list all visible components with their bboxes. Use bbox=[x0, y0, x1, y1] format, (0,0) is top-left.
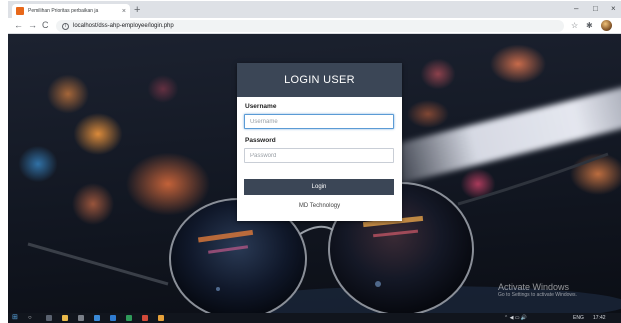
username-input[interactable] bbox=[244, 114, 394, 129]
back-button[interactable]: ← bbox=[14, 19, 23, 32]
bookmark-star-icon[interactable]: ☆ bbox=[571, 20, 578, 32]
new-tab-button[interactable]: + bbox=[134, 3, 140, 17]
taskbar-app-icon[interactable] bbox=[78, 315, 84, 321]
site-info-icon[interactable]: i bbox=[62, 22, 69, 30]
task-view-icon[interactable] bbox=[46, 315, 52, 321]
login-title: LOGIN USER bbox=[237, 63, 402, 97]
edge-icon[interactable] bbox=[94, 315, 100, 321]
password-input[interactable] bbox=[244, 148, 394, 163]
watermark-title: Activate Windows bbox=[498, 282, 570, 292]
powerpoint-icon[interactable] bbox=[142, 315, 148, 321]
excel-icon[interactable] bbox=[126, 315, 132, 321]
username-label: Username bbox=[245, 103, 277, 110]
search-icon[interactable]: ○ bbox=[28, 314, 32, 322]
clock[interactable]: 17:42 bbox=[593, 314, 606, 322]
minimize-button[interactable]: – bbox=[574, 3, 578, 15]
password-label: Password bbox=[245, 137, 276, 144]
address-bar[interactable]: i localhost/dss-ahp-employee/login.php bbox=[56, 20, 564, 32]
watermark-subtitle: Go to Settings to activate Windows. bbox=[498, 292, 577, 298]
restore-button[interactable]: □ bbox=[593, 3, 598, 15]
tab-close-icon[interactable]: × bbox=[122, 8, 126, 15]
favicon-icon bbox=[16, 7, 24, 15]
chrome-icon[interactable] bbox=[158, 315, 164, 321]
activate-windows-watermark: Activate Windows Go to Settings to activ… bbox=[498, 282, 577, 298]
browser-toolbar: ← → C i localhost/dss-ahp-employee/login… bbox=[8, 18, 621, 34]
language-indicator[interactable]: ENG bbox=[573, 314, 584, 322]
url-text[interactable]: localhost/dss-ahp-employee/login.php bbox=[73, 23, 174, 29]
footer-credit: MD Technology bbox=[298, 203, 341, 209]
file-explorer-icon[interactable] bbox=[62, 315, 68, 321]
reload-button[interactable]: C bbox=[42, 19, 49, 32]
tab-strip: Pemilihan Prioritas perbaikan ja × + – □… bbox=[8, 1, 621, 18]
system-tray-icons[interactable]: ⌃ ◀ ▭ 🔊 bbox=[504, 314, 527, 322]
login-card: LOGIN USER Username Password Login MD Te… bbox=[237, 63, 402, 221]
profile-avatar[interactable] bbox=[601, 20, 612, 31]
forward-button[interactable]: → bbox=[28, 19, 37, 32]
login-button[interactable]: Login bbox=[244, 179, 394, 195]
start-icon[interactable]: ⊞ bbox=[12, 314, 18, 322]
browser-tab[interactable]: Pemilihan Prioritas perbaikan ja × bbox=[12, 4, 130, 18]
close-window-button[interactable]: × bbox=[611, 3, 616, 15]
extensions-icon[interactable]: ✱ bbox=[586, 20, 593, 32]
windows-taskbar: ⊞ ○ ⌃ ◀ ▭ 🔊 ENG 17:42 bbox=[8, 313, 621, 323]
tab-title: Pemilihan Prioritas perbaikan ja bbox=[28, 8, 99, 14]
word-icon[interactable] bbox=[110, 315, 116, 321]
